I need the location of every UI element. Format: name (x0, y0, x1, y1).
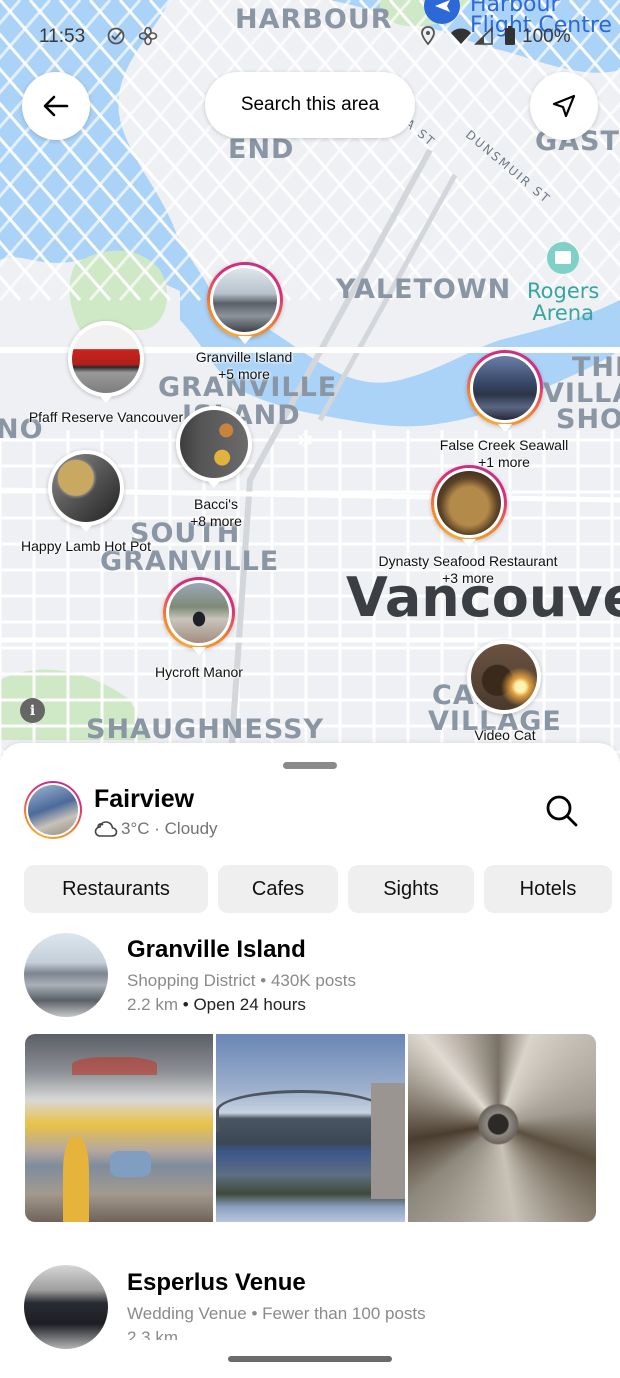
navigation-arrow-icon (552, 94, 576, 118)
cloud-icon (94, 821, 118, 837)
pin-name: Bacci's (194, 496, 238, 512)
map-label-end: END (228, 134, 295, 165)
place-name: Granville Island (127, 936, 306, 963)
signal-icon (474, 26, 494, 51)
pin-photo (169, 583, 229, 643)
chip-restaurants[interactable]: Restaurants (24, 865, 208, 913)
pin-photo (437, 471, 501, 535)
my-location-button[interactable] (530, 72, 598, 140)
pin-name: Video Cat (474, 727, 536, 743)
place-avatar[interactable] (24, 933, 108, 1017)
pin-photo (471, 644, 537, 710)
battery-icon (504, 26, 516, 51)
fan-icon (138, 26, 158, 51)
pin-name: False Creek Seawall (439, 437, 569, 453)
battery-percent: 100% (522, 26, 571, 47)
pin-more: +8 more (190, 513, 242, 529)
pin-more: +5 more (218, 366, 270, 382)
separator: • (182, 995, 189, 1014)
svg-text:❄: ❄ (296, 429, 314, 454)
pin-label-happy-lamb: Happy Lamb Hot Pot (21, 538, 151, 555)
bottom-sheet[interactable]: Fairview 3°C · Cloudy Restaurants Cafes … (0, 743, 620, 1378)
chip-sights[interactable]: Sights (348, 865, 474, 913)
map-pin-video-cat[interactable] (467, 640, 541, 714)
place-avatar[interactable] (24, 1265, 108, 1349)
place-category-posts: Shopping District • 430K posts (127, 971, 356, 991)
map-label-yaletown: YALETOWN (336, 274, 512, 305)
map-view[interactable]: ❄ HARBOUR END GASTO IA ST DUNSMUIR ST YA… (0, 0, 620, 770)
arrow-left-icon (43, 95, 69, 117)
search-icon (546, 795, 578, 827)
search-this-area-label: Search this area (240, 94, 380, 115)
pin-label-granville-island: Granville Island +5 more (196, 349, 293, 383)
status-time: 11:53 (39, 26, 86, 47)
info-icon: i (29, 702, 36, 719)
burrard-bridge-photo[interactable] (216, 1034, 405, 1222)
pin-photo (213, 268, 277, 332)
pin-name: Granville Island (195, 349, 293, 365)
place-posts: 430K posts (270, 971, 356, 990)
location-avatar[interactable] (24, 781, 82, 839)
map-pin-baccis[interactable] (176, 406, 252, 488)
map-pin-granville-island[interactable] (207, 262, 283, 344)
search-button[interactable] (540, 789, 584, 833)
place-category: Shopping District (127, 971, 256, 990)
wifi-icon (450, 26, 472, 51)
pin-photo (180, 410, 248, 478)
map-label-rogers-arena: Rogers Arena (527, 280, 599, 324)
location-title: Fairview (94, 785, 195, 813)
pin-label-pfaff-reserve: Pfaff Reserve Vancouver (29, 409, 183, 426)
separator: • (260, 971, 267, 990)
weather-text: 3°C · Cloudy (121, 819, 218, 838)
map-pin-pfaff-reserve[interactable] (68, 321, 144, 403)
pin-photo (52, 454, 120, 522)
place-distance: 2.2 km (127, 995, 179, 1014)
rogers-line-2: Arena (532, 301, 594, 325)
check-circle-icon (106, 26, 126, 51)
place-category-posts: Wedding Venue • Fewer than 100 posts (127, 1304, 426, 1324)
pin-label-hycroft-manor: Hycroft Manor (155, 664, 243, 681)
pin-more: +3 more (442, 570, 494, 586)
place-name: Esperlus Venue (127, 1269, 306, 1296)
place-photo-gallery (25, 1034, 596, 1222)
pin-label-baccis: Bacci's +8 more (190, 496, 242, 530)
separator: • (251, 1304, 258, 1323)
location-weather: 3°C · Cloudy (94, 819, 218, 839)
map-label-shaughnessy: SHAUGHNESSY (86, 714, 325, 745)
chip-hotels[interactable]: Hotels (484, 865, 612, 913)
place-category: Wedding Venue (127, 1304, 247, 1323)
search-this-area-button[interactable]: Search this area (205, 72, 415, 138)
pin-name: Happy Lamb Hot Pot (21, 538, 151, 554)
pin-label-dynasty-seafood: Dynasty Seafood Restaurant +3 more (379, 553, 558, 587)
back-button[interactable] (22, 72, 90, 140)
propeller-photo[interactable] (407, 1034, 596, 1222)
pin-label-video-cat: Video Cat (474, 727, 535, 744)
map-label-shop: SHOP (556, 404, 620, 435)
map-pin-dynasty-seafood[interactable] (431, 465, 507, 547)
status-bar: 11:53 100% (0, 22, 620, 52)
chip-cafes[interactable]: Cafes (218, 865, 338, 913)
map-info-button[interactable]: i (20, 698, 45, 723)
pin-photo (72, 325, 140, 393)
sheet-drag-handle[interactable] (283, 762, 337, 769)
pin-name: Pfaff Reserve Vancouver (28, 409, 184, 425)
place-distance-hours: 2.2 km • Open 24 hours (127, 995, 306, 1015)
location-icon (420, 26, 436, 51)
granville-island-sign-photo[interactable] (25, 1034, 214, 1222)
pin-name: Dynasty Seafood Restaurant (378, 553, 558, 569)
place-posts: Fewer than 100 posts (262, 1304, 426, 1323)
place-distance: 2.3 km (127, 1328, 179, 1340)
map-pin-hycroft-manor[interactable] (163, 577, 235, 655)
map-pin-false-creek-seawall[interactable] (467, 350, 543, 432)
map-pin-happy-lamb[interactable] (48, 450, 124, 532)
home-indicator[interactable] (228, 1356, 392, 1362)
place-hours: Open 24 hours (193, 995, 306, 1014)
pin-name: Hycroft Manor (155, 664, 243, 680)
pin-photo (473, 356, 537, 420)
rogers-line-1: Rogers (527, 279, 600, 303)
category-chips: Restaurants Cafes Sights Hotels (24, 865, 612, 913)
